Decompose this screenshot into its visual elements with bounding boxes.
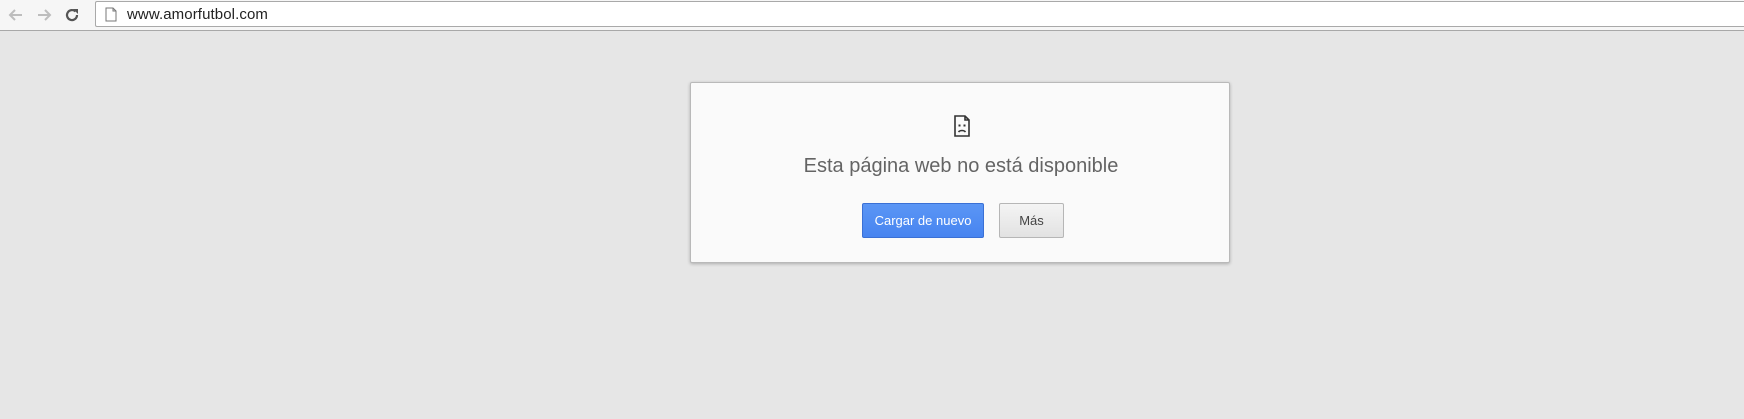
page-icon — [103, 6, 119, 22]
browser-toolbar: www.amorfutbol.com — [0, 0, 1744, 31]
reload-button[interactable] — [59, 2, 85, 28]
back-button[interactable] — [3, 2, 29, 28]
error-card: Esta página web no está disponible Carga… — [690, 82, 1230, 263]
url-text[interactable]: www.amorfutbol.com — [127, 6, 268, 23]
more-button[interactable]: Más — [999, 203, 1064, 238]
error-title: Esta página web no está disponible — [803, 155, 1119, 177]
forward-button[interactable] — [31, 2, 57, 28]
forward-arrow-icon — [38, 9, 52, 21]
sad-page-icon — [954, 115, 970, 137]
reload-icon — [65, 8, 79, 22]
reload-page-button[interactable]: Cargar de nuevo — [862, 203, 984, 238]
address-bar[interactable]: www.amorfutbol.com — [95, 1, 1744, 27]
back-arrow-icon — [8, 9, 22, 21]
